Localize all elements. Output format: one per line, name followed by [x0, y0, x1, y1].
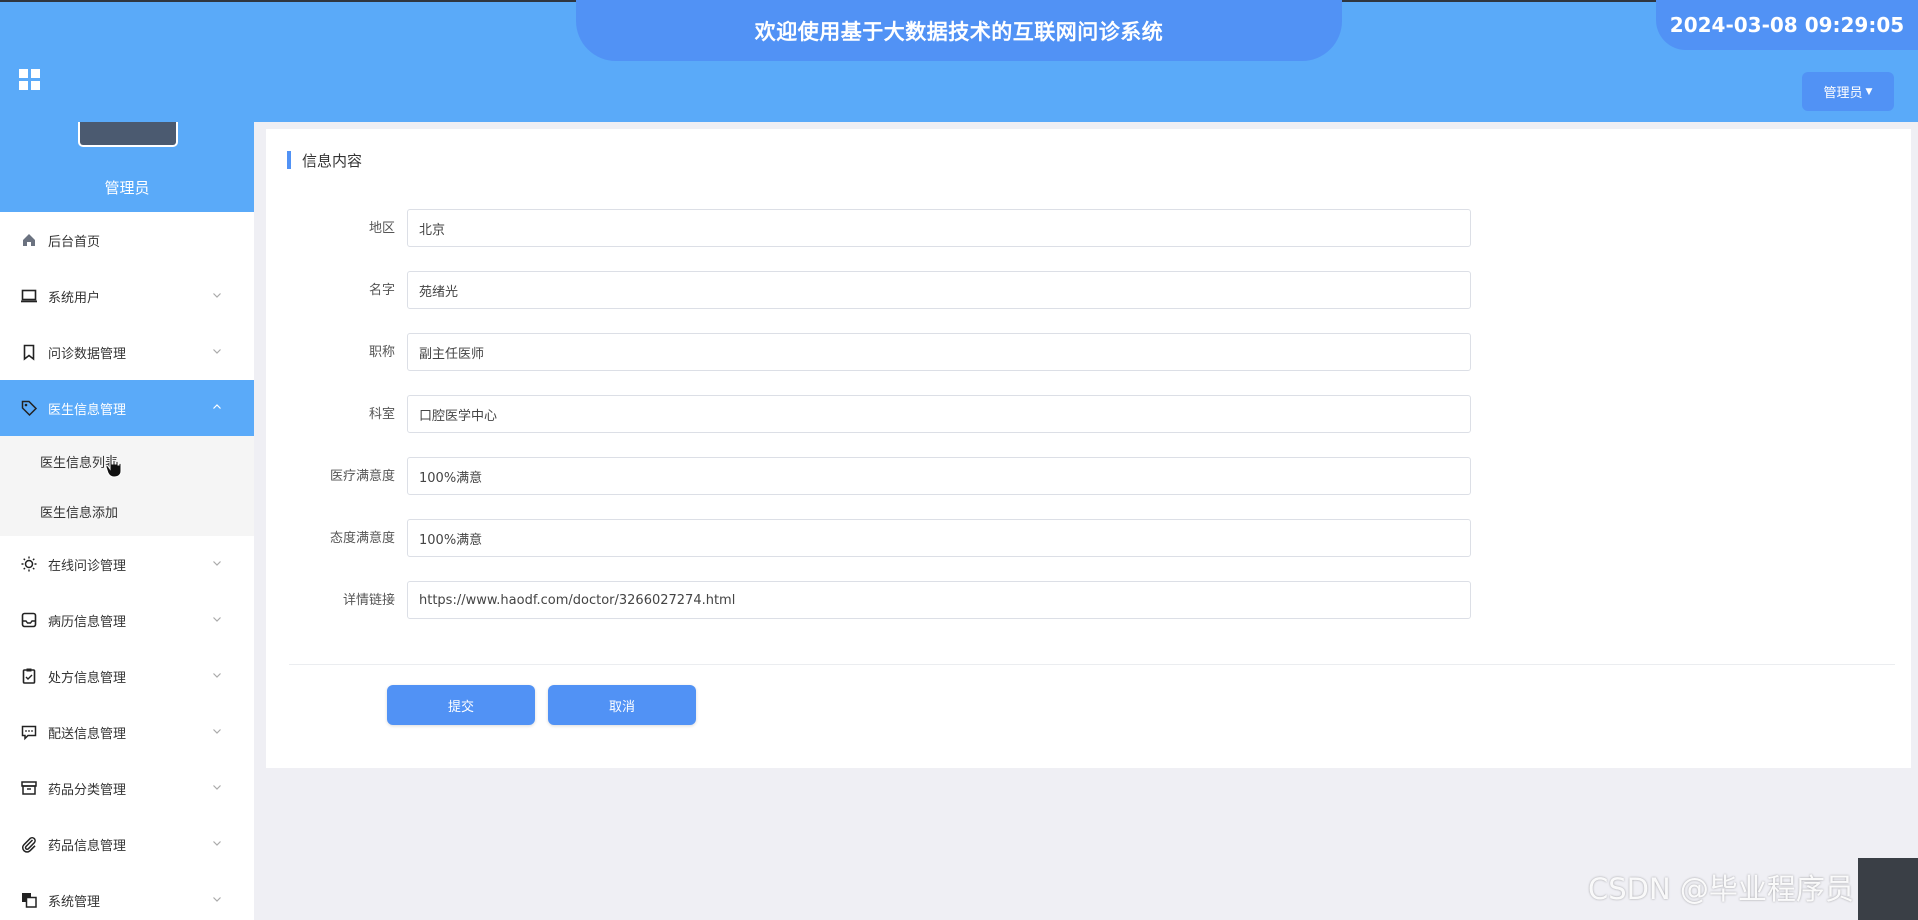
sidebar-item-consult-data[interactable]: 问诊数据管理: [0, 324, 254, 380]
detail-link-input[interactable]: [407, 581, 1471, 619]
submenu-item-doctor-add[interactable]: 医生信息添加: [0, 486, 254, 536]
hand-cursor-icon: [105, 453, 122, 478]
grid-menu-icon[interactable]: [19, 69, 41, 91]
section-title: 信息内容: [287, 150, 362, 170]
field-region: 地区: [266, 209, 1471, 249]
section-title-text: 信息内容: [302, 151, 363, 170]
sidebar-item-label: 在线问诊管理: [48, 558, 127, 574]
sidebar-item-prescriptions[interactable]: 处方信息管理: [0, 648, 254, 704]
field-detail-link: 详情链接: [266, 581, 1471, 621]
field-label: 详情链接: [342, 593, 395, 608]
sidebar-item-label: 系统管理: [48, 894, 101, 910]
sidebar-item-system-users[interactable]: 系统用户: [0, 268, 254, 324]
sidebar-item-label: 配送信息管理: [48, 726, 127, 742]
sidebar-item-system-admin[interactable]: 系统管理: [0, 872, 254, 920]
clipboard-icon: [22, 668, 36, 684]
chevron-down-icon: [213, 897, 221, 902]
title-input[interactable]: [407, 333, 1471, 371]
laptop-icon: [21, 289, 37, 303]
sidebar-item-label: 后台首页: [48, 234, 101, 250]
avatar-area: [0, 122, 254, 162]
datetime-display: 2024-03-08 09:29:05: [1669, 13, 1905, 37]
watermark: CSDN @毕业程序员: [1588, 872, 1854, 906]
role-label: 管理员: [104, 178, 150, 197]
user-dropdown-label: 管理员: [1823, 86, 1863, 101]
chevron-down-icon: ▼: [1865, 86, 1873, 97]
user-dropdown-button[interactable]: 管理员 ▼: [1802, 72, 1894, 111]
field-medical-satisfaction: 医疗满意度: [266, 457, 1471, 497]
field-label: 地区: [368, 221, 395, 236]
sidebar-item-online-consult[interactable]: 在线问诊管理: [0, 536, 254, 592]
chevron-down-icon: [213, 785, 221, 790]
chevron-up-icon: [213, 404, 221, 409]
field-attitude-satisfaction: 态度满意度: [266, 519, 1471, 559]
department-input[interactable]: [407, 395, 1471, 433]
name-input[interactable]: [407, 271, 1471, 309]
attitude-satisfaction-input[interactable]: [407, 519, 1471, 557]
corner-overlay: [1858, 858, 1918, 920]
clock-banner: 2024-03-08 09:29:05: [1656, 0, 1918, 50]
sidebar: 管理员 后台首页 系统用户 问诊数据管理 医生信息管理 医生信息列表 医生信息添…: [0, 122, 254, 920]
field-label: 医疗满意度: [329, 469, 395, 484]
role-bar: 管理员: [0, 162, 254, 212]
field-label: 名字: [368, 283, 395, 298]
submenu-item-label: 医生信息添加: [40, 505, 119, 521]
field-title: 职称: [266, 333, 1471, 373]
sidebar-item-drug-category[interactable]: 药品分类管理: [0, 760, 254, 816]
sidebar-item-label: 药品分类管理: [48, 782, 127, 798]
submit-button[interactable]: 提交: [387, 685, 535, 725]
avatar: [78, 122, 178, 147]
cancel-button[interactable]: 取消: [548, 685, 696, 725]
sidebar-item-medical-records[interactable]: 病历信息管理: [0, 592, 254, 648]
sun-icon: [21, 556, 37, 572]
home-icon: [23, 234, 35, 246]
chevron-down-icon: [213, 349, 221, 354]
layers-icon: [22, 893, 37, 908]
inbox-icon: [21, 612, 37, 628]
form-card: 信息内容 地区 名字 职称 科室 医疗满意度 态度满意度 详情链接 提交 取消: [266, 129, 1911, 768]
chevron-down-icon: [213, 561, 221, 566]
field-label: 职称: [368, 345, 395, 360]
submenu-item-doctor-list[interactable]: 医生信息列表: [0, 436, 254, 486]
title-accent-bar: [287, 151, 291, 169]
chevron-down-icon: [213, 617, 221, 622]
tag-icon: [21, 400, 38, 417]
sidebar-item-label: 病历信息管理: [48, 614, 127, 630]
sidebar-item-label: 处方信息管理: [48, 670, 127, 686]
medical-satisfaction-input[interactable]: [407, 457, 1471, 495]
chevron-down-icon: [213, 673, 221, 678]
sidebar-item-label: 药品信息管理: [48, 838, 127, 854]
field-label: 科室: [368, 407, 395, 422]
sidebar-item-label: 问诊数据管理: [48, 346, 127, 362]
app-title: 欢迎使用基于大数据技术的互联网问诊系统: [754, 19, 1164, 44]
message-icon: [21, 725, 37, 741]
top-header: 欢迎使用基于大数据技术的互联网问诊系统 2024-03-08 09:29:05 …: [0, 0, 1918, 122]
chevron-down-icon: [213, 729, 221, 734]
sidebar-item-doctor-info[interactable]: 医生信息管理: [0, 380, 254, 436]
sidebar-item-label: 医生信息管理: [48, 402, 127, 418]
region-input[interactable]: [407, 209, 1471, 247]
paperclip-icon: [22, 836, 36, 853]
sidebar-item-drug-info[interactable]: 药品信息管理: [0, 816, 254, 872]
sidebar-item-label: 系统用户: [48, 290, 101, 306]
sidebar-item-delivery[interactable]: 配送信息管理: [0, 704, 254, 760]
doctor-info-submenu: 医生信息列表 医生信息添加: [0, 436, 254, 536]
form-divider: [289, 664, 1895, 665]
archive-icon: [21, 781, 37, 795]
field-name: 名字: [266, 271, 1471, 311]
sidebar-item-home[interactable]: 后台首页: [0, 212, 254, 268]
chevron-down-icon: [213, 841, 221, 846]
field-department: 科室: [266, 395, 1471, 435]
title-banner: 欢迎使用基于大数据技术的互联网问诊系统: [576, 0, 1342, 61]
field-label: 态度满意度: [329, 531, 395, 546]
bookmark-icon: [23, 344, 35, 361]
chevron-down-icon: [213, 293, 221, 298]
